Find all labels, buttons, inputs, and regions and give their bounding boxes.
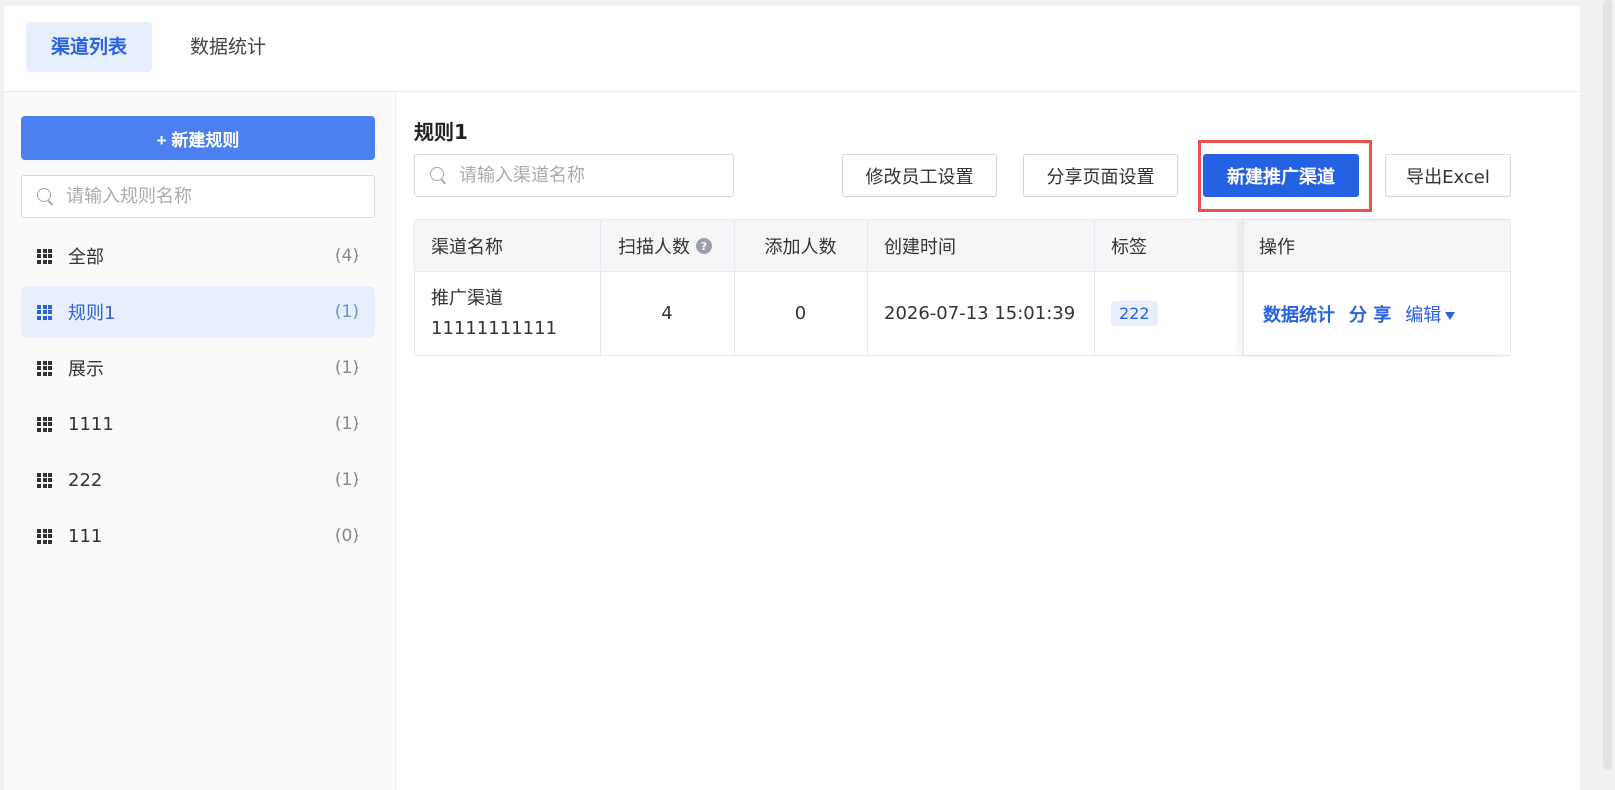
- data-stats-link[interactable]: 数据统计: [1263, 301, 1335, 327]
- new-rule-button[interactable]: + 新建规则: [21, 116, 375, 160]
- rule-count: (1): [334, 414, 359, 434]
- rule-count: (4): [334, 246, 359, 266]
- operations-column: 操作 数据统计 分 享 编辑: [1243, 220, 1511, 355]
- tab-data-stats[interactable]: 数据统计: [168, 22, 288, 72]
- rule-name: 展示: [68, 359, 104, 380]
- header-add-count: 添加人数: [764, 237, 837, 258]
- rule-list: 全部 (4) 规则1 (1) 展示 (1) 1111 (1) 222 (1) 1…: [21, 230, 375, 566]
- header-tag: 标签: [1111, 237, 1147, 258]
- edit-label: 编辑: [1405, 304, 1442, 326]
- table-row: 推广渠道 11111111111: [431, 272, 600, 355]
- rule-item-display[interactable]: 展示 (1): [21, 342, 375, 394]
- help-icon[interactable]: ?: [696, 238, 712, 254]
- tag-badge: 222: [1111, 301, 1158, 326]
- rule-count: (0): [334, 526, 359, 546]
- search-icon: [429, 166, 449, 186]
- header-scan-label: 扫描人数: [618, 237, 690, 258]
- rule-item-all[interactable]: 全部 (4): [21, 230, 375, 282]
- header-operations: 操作: [1259, 220, 1499, 272]
- column-divider: [1094, 220, 1095, 355]
- rule-count: (1): [334, 470, 359, 490]
- page-container: 渠道列表 数据统计 + 新建规则 全部 (4) 规则1 (1) 展示 (1): [4, 6, 1580, 790]
- tab-channel-list[interactable]: 渠道列表: [26, 22, 152, 72]
- caret-down-icon: [1445, 311, 1456, 320]
- staff-settings-button[interactable]: 修改员工设置: [842, 154, 997, 197]
- grid-icon: [37, 472, 52, 488]
- rule-count: (1): [334, 358, 359, 378]
- operations-cell: 数据统计 分 享 编辑: [1263, 272, 1503, 355]
- channel-table: 渠道名称 扫描人数 ? 添加人数 创建时间 标签 推广渠道 1111111111…: [414, 219, 1511, 356]
- created-time-cell: 2026-07-13 15:01:39: [884, 303, 1076, 324]
- grid-icon: [37, 416, 52, 432]
- rule-count: (1): [334, 302, 359, 322]
- scan-count-cell: 4: [661, 303, 673, 324]
- page-title: 规则1: [414, 120, 468, 144]
- top-tab-bar: 渠道列表 数据统计: [4, 6, 1580, 92]
- rule-name: 全部: [68, 247, 104, 268]
- rule-item-111[interactable]: 111 (0): [21, 510, 375, 562]
- rule-item-222[interactable]: 222 (1): [21, 454, 375, 506]
- grid-icon: [37, 360, 52, 376]
- rule-item-1111[interactable]: 1111 (1): [21, 398, 375, 450]
- rule-name: 111: [68, 525, 103, 547]
- rule-name: 规则1: [68, 303, 116, 324]
- grid-icon: [37, 304, 52, 320]
- share-settings-button[interactable]: 分享页面设置: [1023, 154, 1178, 197]
- edit-dropdown[interactable]: 编辑: [1405, 301, 1456, 327]
- header-scan-count: 扫描人数 ?: [618, 220, 734, 272]
- export-excel-button[interactable]: 导出Excel: [1385, 154, 1511, 197]
- main-content: 规则1 修改员工设置 分享页面设置 新建推广渠道 导出Excel 渠道名称 扫描…: [396, 92, 1580, 790]
- channel-id: 11111111111: [431, 317, 557, 339]
- column-divider: [867, 220, 868, 355]
- header-channel-name: 渠道名称: [431, 237, 503, 258]
- rule-sidebar: + 新建规则 全部 (4) 规则1 (1) 展示 (1): [4, 92, 396, 790]
- channel-name: 推广渠道: [431, 287, 503, 309]
- grid-icon: [37, 248, 52, 264]
- rule-name: 222: [68, 469, 103, 491]
- tag-cell: 222: [1111, 272, 1241, 355]
- share-link[interactable]: 分 享: [1349, 301, 1391, 327]
- rule-search-input[interactable]: [66, 186, 374, 207]
- rule-search-box: [21, 175, 375, 218]
- header-created-time: 创建时间: [884, 237, 956, 258]
- search-icon: [36, 187, 56, 207]
- page-scrollbar[interactable]: [1603, 0, 1612, 770]
- add-count-cell: 0: [794, 303, 807, 324]
- channel-search-box: [414, 154, 734, 197]
- grid-icon: [37, 528, 52, 544]
- rule-name: 1111: [68, 413, 114, 435]
- rule-item-rule1[interactable]: 规则1 (1): [21, 286, 375, 338]
- new-channel-button[interactable]: 新建推广渠道: [1203, 154, 1359, 197]
- channel-search-input[interactable]: [459, 165, 733, 186]
